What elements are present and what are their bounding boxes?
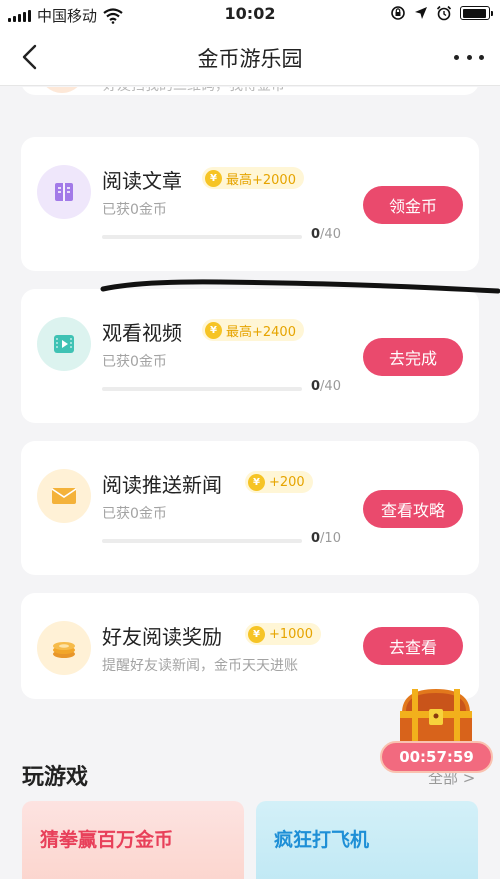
- reward-label: +1000: [269, 626, 313, 642]
- reward-label: 最高+2400: [226, 324, 296, 340]
- progress-bar: [102, 235, 302, 239]
- location-icon: [415, 7, 427, 19]
- task-card-partial: 好友扫我的二维码，我得金币: [21, 87, 479, 95]
- reward-badge: ¥ +200: [245, 471, 313, 493]
- game-card-rock-paper-scissors[interactable]: 猜拳赢百万金币: [22, 801, 244, 879]
- coin-icon: ¥: [248, 473, 265, 491]
- battery-icon: [460, 6, 493, 20]
- task-subtitle: 已获0金币: [102, 506, 167, 522]
- reward-label: 最高+2000: [226, 172, 296, 188]
- coin-icon: ¥: [205, 169, 222, 187]
- game-title: 猜拳赢百万金币: [40, 829, 174, 851]
- game-card-plane-shooter[interactable]: 疯狂打飞机: [256, 801, 478, 879]
- task-subtitle: 好友扫我的二维码，我得金币: [103, 87, 285, 95]
- coin-icon: ¥: [205, 321, 222, 339]
- task-card-push-news: 阅读推送新闻 ¥ +200 已获0金币 0/10 查看攻略: [21, 441, 479, 575]
- envelope-icon: [37, 469, 91, 523]
- go-complete-button[interactable]: 去完成: [363, 338, 463, 376]
- reward-badge: ¥ 最高+2000: [202, 167, 304, 189]
- task-subtitle: 已获0金币: [102, 354, 167, 370]
- task-subtitle: 已获0金币: [102, 202, 167, 218]
- video-icon: [37, 317, 91, 371]
- task-list[interactable]: 好友扫我的二维码，我得金币 阅读文章 ¥ 最高+2000 已获0金币 0/40 …: [0, 87, 500, 879]
- progress-bar: [102, 539, 302, 543]
- task-title: 观看视频: [102, 321, 182, 345]
- status-bar: 中国移动 10:02: [0, 0, 500, 28]
- progress-text: 0/40: [311, 379, 341, 394]
- treasure-chest-widget[interactable]: 00:57:59: [380, 683, 494, 779]
- countdown-timer: 00:57:59: [380, 741, 493, 773]
- coin-icon: ¥: [248, 625, 265, 643]
- page-title: 金币游乐园: [197, 47, 303, 71]
- progress-bar: [102, 387, 302, 391]
- alarm-icon: [436, 5, 452, 21]
- progress-text: 0/40: [311, 227, 341, 242]
- progress-text: 0/10: [311, 531, 341, 546]
- claim-coins-button[interactable]: 领金币: [363, 186, 463, 224]
- reward-badge: ¥ 最高+2400: [202, 319, 304, 341]
- task-icon: [39, 87, 85, 93]
- reward-label: +200: [269, 474, 305, 490]
- section-title: 玩游戏: [22, 765, 89, 790]
- task-title: 阅读文章: [102, 169, 182, 193]
- coin-stack-icon: [37, 621, 91, 675]
- reward-badge: ¥ +1000: [245, 623, 321, 645]
- rotation-lock-icon: [391, 6, 405, 20]
- task-title: 好友阅读奖励: [102, 625, 222, 649]
- view-guide-button[interactable]: 查看攻略: [363, 490, 463, 528]
- treasure-chest-icon: [400, 689, 472, 745]
- go-view-button[interactable]: 去查看: [363, 627, 463, 665]
- task-subtitle: 提醒好友读新闻，金币天天进账: [102, 658, 298, 674]
- task-card-watch-video: 观看视频 ¥ 最高+2400 已获0金币 0/40 去完成: [21, 289, 479, 423]
- more-menu-icon[interactable]: [454, 44, 484, 70]
- nav-bar: 金币游乐园: [0, 28, 500, 86]
- book-icon: [37, 165, 91, 219]
- task-title: 阅读推送新闻: [102, 473, 222, 497]
- game-title: 疯狂打飞机: [274, 829, 370, 851]
- task-card-read-article: 阅读文章 ¥ 最高+2000 已获0金币 0/40 领金币: [21, 137, 479, 271]
